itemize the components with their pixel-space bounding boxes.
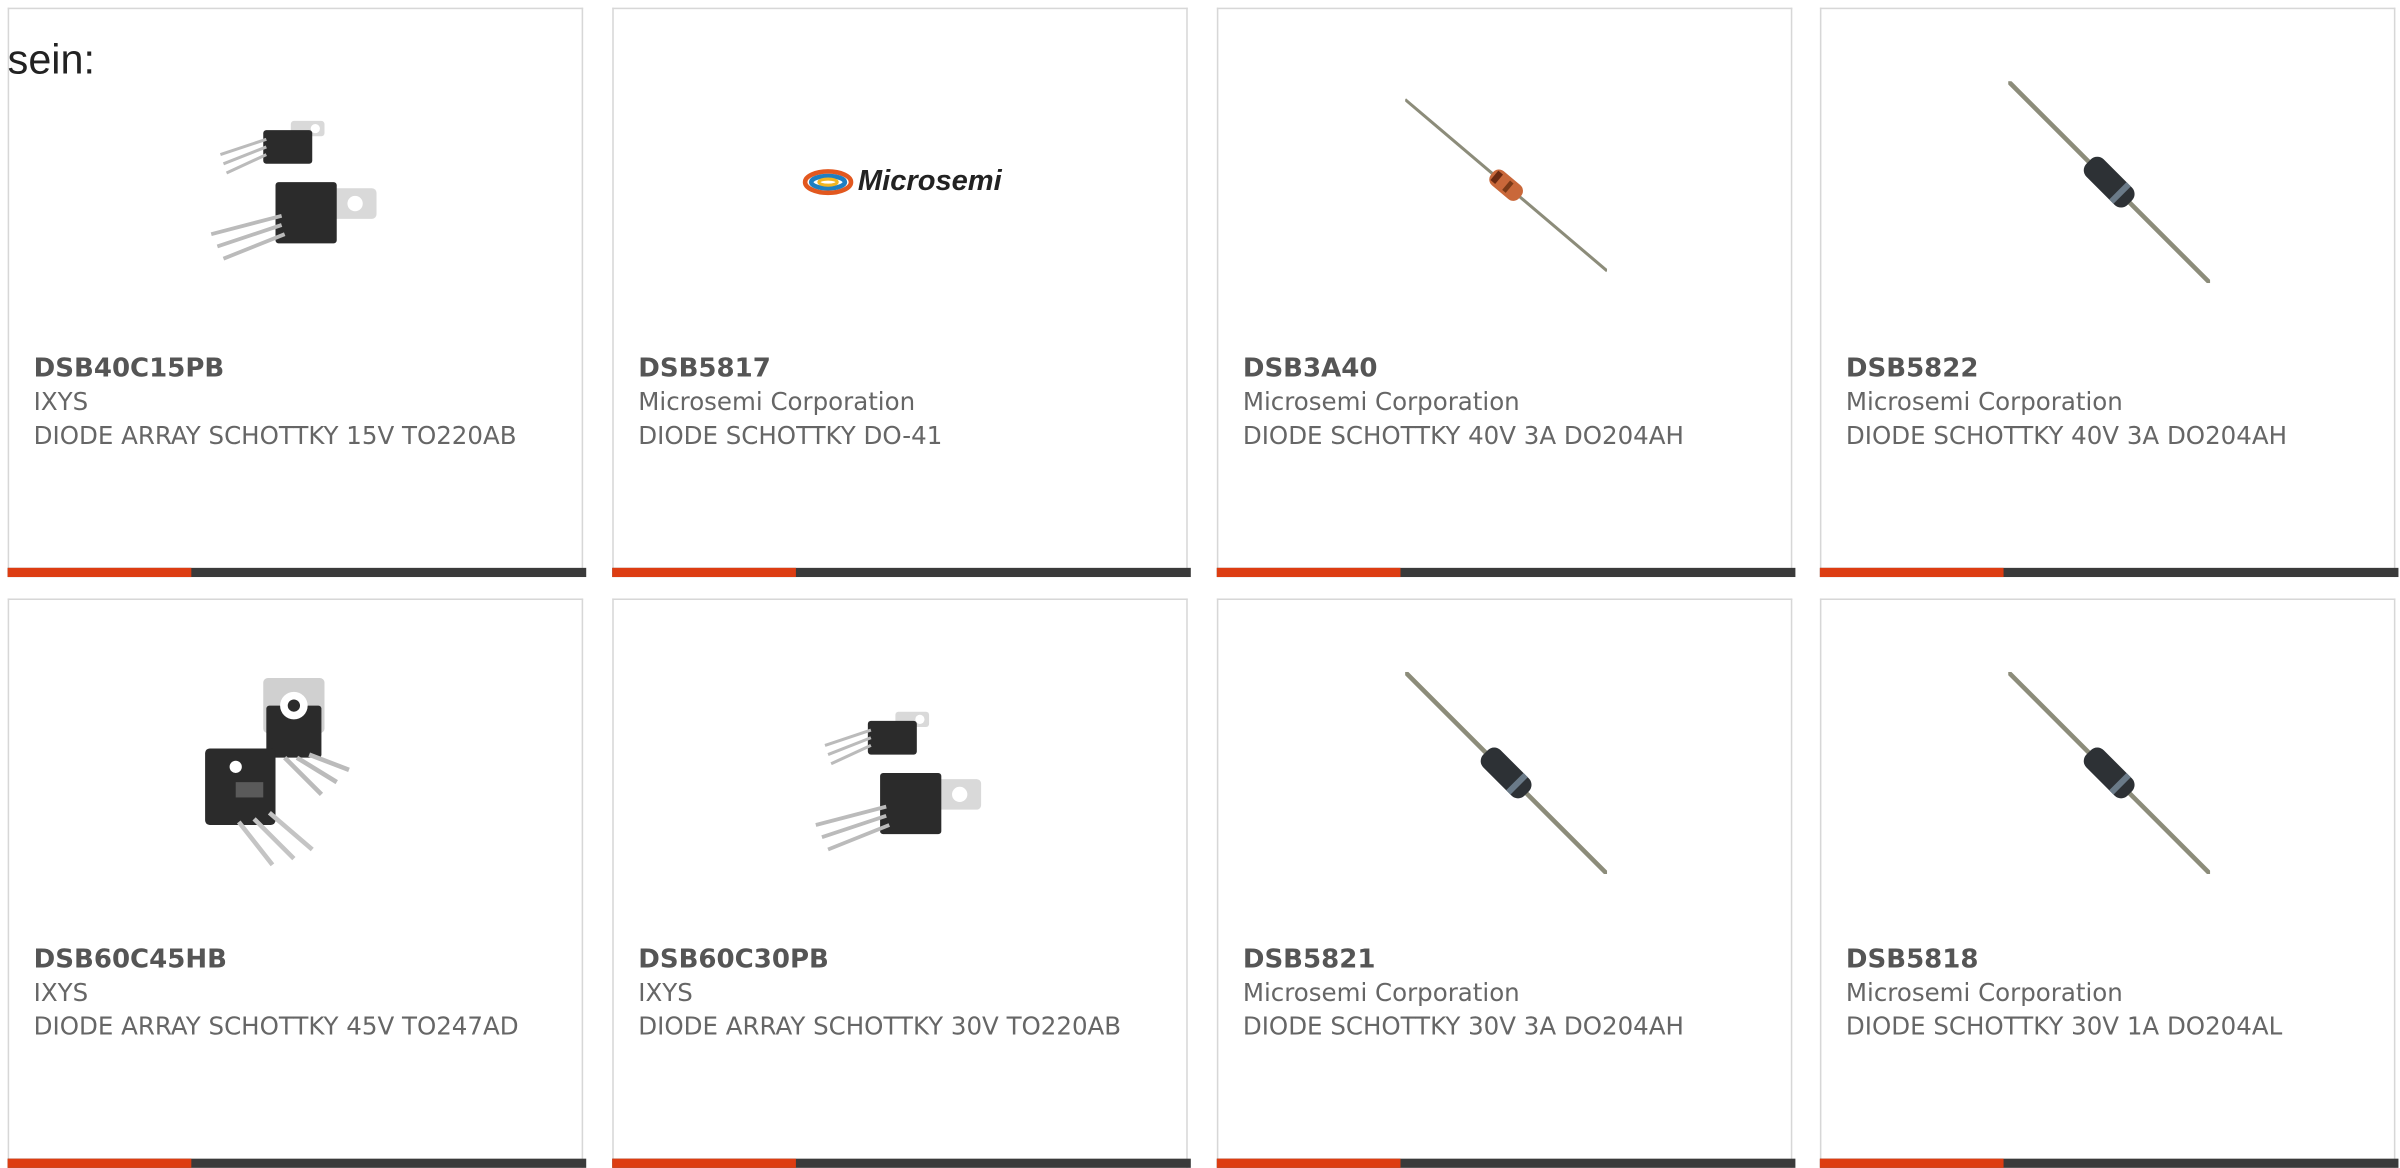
intro-text: sein: bbox=[7, 36, 95, 83]
product-card[interactable]: Microsemi DSB5817 Microsemi Corporation … bbox=[612, 7, 1191, 578]
description: DIODE SCHOTTKY 30V 1A DO204AL bbox=[1845, 1011, 2283, 1041]
card-bar bbox=[1819, 567, 2399, 578]
manufacturer: Microsemi Corporation bbox=[638, 387, 916, 417]
part-number-link[interactable]: DSB5821 bbox=[1243, 943, 1779, 977]
card-bar bbox=[7, 1158, 587, 1168]
card-bar-accent bbox=[1819, 567, 2004, 578]
card-bar-accent bbox=[1216, 1158, 1401, 1168]
card-bar-accent bbox=[612, 567, 796, 578]
description: DIODE SCHOTTKY 40V 3A DO204AH bbox=[1845, 420, 2288, 450]
part-number-link[interactable]: DSB5822 bbox=[1846, 352, 2382, 386]
manufacturer: Microsemi Corporation bbox=[1845, 387, 2123, 417]
product-card[interactable]: DSB60C30PB IXYS DIODE ARRAY SCHOTTKY 30V… bbox=[612, 598, 1191, 1168]
axial-diode-icon[interactable] bbox=[2008, 81, 2211, 284]
part-number-link[interactable]: DSB5818 bbox=[1846, 943, 2382, 977]
product-card[interactable]: DSB5821 Microsemi Corporation DIODE SCHO… bbox=[1216, 598, 1796, 1168]
description: DIODE ARRAY SCHOTTKY 30V TO220AB bbox=[638, 1011, 1122, 1041]
description: DIODE SCHOTTKY 30V 3A DO204AH bbox=[1242, 1011, 1684, 1041]
to247-package-icon[interactable] bbox=[196, 672, 398, 874]
part-number-link[interactable]: DSB60C30PB bbox=[638, 943, 1174, 977]
manufacturer: IXYS bbox=[33, 978, 89, 1008]
card-bar bbox=[1216, 1158, 1796, 1168]
part-number-link[interactable]: DSB5817 bbox=[638, 352, 1174, 386]
card-bar bbox=[7, 567, 587, 578]
product-card[interactable]: DSB60C45HB IXYS DIODE ARRAY SCHOTTKY 45V… bbox=[7, 598, 587, 1168]
card-bar-accent bbox=[7, 1158, 192, 1168]
card-bar-accent bbox=[612, 1158, 796, 1168]
description: DIODE ARRAY SCHOTTKY 15V TO220AB bbox=[33, 420, 517, 450]
manufacturer: Microsemi Corporation bbox=[1845, 978, 2123, 1008]
microsemi-swirl-icon bbox=[802, 169, 853, 196]
to220-package-icon[interactable] bbox=[801, 672, 1003, 874]
part-number-link[interactable]: DSB40C15PB bbox=[34, 352, 570, 386]
axial-diode-icon[interactable] bbox=[2008, 671, 2211, 874]
card-bar bbox=[612, 567, 1191, 578]
manufacturer: Microsemi Corporation bbox=[1242, 387, 1520, 417]
to220-package-icon[interactable] bbox=[196, 81, 398, 283]
microsemi-logo[interactable]: Microsemi bbox=[782, 81, 1021, 283]
product-grid: sein: DSB40C15PB IXYS DIODE ARRAY SCHOTT… bbox=[0, 0, 2400, 1168]
part-number-link[interactable]: DSB3A40 bbox=[1243, 352, 1779, 386]
description: DIODE ARRAY SCHOTTKY 45V TO247AD bbox=[33, 1011, 519, 1041]
description: DIODE SCHOTTKY DO-41 bbox=[638, 420, 943, 450]
manufacturer: IXYS bbox=[638, 978, 693, 1008]
card-bar-accent bbox=[7, 567, 192, 578]
part-number-link[interactable]: DSB60C45HB bbox=[34, 943, 570, 977]
card-bar bbox=[1819, 1158, 2399, 1168]
manufacturer: Microsemi Corporation bbox=[1242, 978, 1520, 1008]
product-card[interactable]: DSB5818 Microsemi Corporation DIODE SCHO… bbox=[1819, 598, 2399, 1168]
logo-text: Microsemi bbox=[857, 165, 1002, 198]
card-bar-accent bbox=[1819, 1158, 2004, 1168]
description: DIODE SCHOTTKY 40V 3A DO204AH bbox=[1242, 420, 1684, 450]
manufacturer: IXYS bbox=[33, 387, 89, 417]
product-card[interactable]: DSB5822 Microsemi Corporation DIODE SCHO… bbox=[1819, 7, 2399, 578]
card-bar bbox=[1216, 567, 1796, 578]
card-bar bbox=[612, 1158, 1191, 1168]
product-card[interactable]: DSB40C15PB IXYS DIODE ARRAY SCHOTTKY 15V… bbox=[7, 7, 587, 578]
card-bar-accent bbox=[1216, 567, 1401, 578]
glass-axial-diode-icon[interactable] bbox=[1405, 81, 1608, 283]
axial-diode-icon[interactable] bbox=[1405, 671, 1608, 874]
product-card[interactable]: DSB3A40 Microsemi Corporation DIODE SCHO… bbox=[1216, 7, 1796, 578]
